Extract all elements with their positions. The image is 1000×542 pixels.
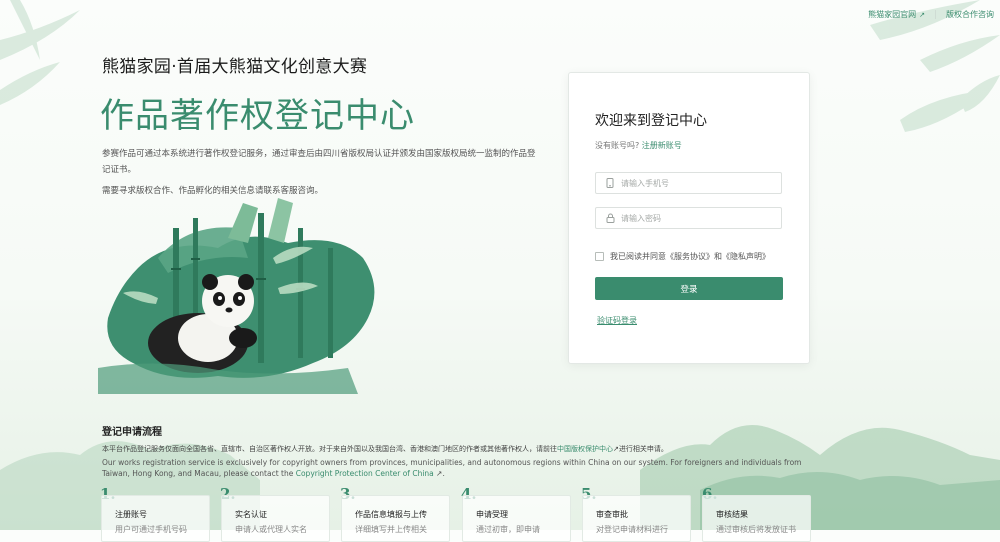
- login-button[interactable]: 登录: [595, 277, 783, 300]
- external-link-icon: ↗: [919, 10, 925, 19]
- panda-bamboo-illustration: [98, 198, 375, 394]
- top-nav: 熊猫家园官网 ↗ 版权合作咨询: [868, 9, 994, 20]
- step-title: 审核结果: [716, 510, 748, 519]
- phone-field[interactable]: [595, 172, 782, 194]
- page-title: 作品著作权登记中心: [100, 96, 415, 136]
- copyright-consult-link[interactable]: 版权合作咨询: [946, 9, 994, 20]
- agreement-checkbox[interactable]: [595, 252, 604, 261]
- sms-login-link[interactable]: 验证码登录: [597, 315, 637, 326]
- agreement-text: 我已阅读并同意《服务协议》和《隐私声明》: [610, 252, 770, 261]
- process-intro-cn-suffix: 进行相关申请。: [618, 445, 668, 453]
- step-title: 审查审批: [596, 510, 628, 519]
- copyright-center-link-cn[interactable]: 中国版权保护中心: [557, 445, 613, 453]
- process-step: 注册账号 用户可通过手机号码: [101, 495, 210, 542]
- lock-icon: [605, 213, 615, 223]
- process-step: 作品信息填报与上传 详细填写并上传相关: [341, 495, 450, 542]
- phone-input[interactable]: [621, 178, 771, 188]
- hero-note: 需要寻求版权合作、作品孵化的相关信息请联系客服咨询。: [102, 186, 324, 196]
- process-title: 登记申请流程: [102, 427, 162, 438]
- step-title: 注册账号: [115, 510, 147, 519]
- process-intro-en-suffix: .: [442, 469, 445, 478]
- competition-subtitle: 熊猫家园·首届大熊猫文化创意大赛: [102, 57, 368, 77]
- divider: [935, 10, 936, 19]
- process-step: 申请受理 通过初审，即申请: [462, 495, 571, 542]
- login-card: 欢迎来到登记中心 没有账号吗? 注册新账号 我已阅读并同意《服务协议》和《隐私声…: [568, 72, 810, 364]
- no-account-text: 没有账号吗?: [595, 141, 640, 150]
- password-field[interactable]: [595, 207, 782, 229]
- process-intro-en-text: Our works registration service is exclus…: [102, 458, 802, 478]
- process-step: 实名认证 申请人或代理人实名: [221, 495, 330, 542]
- process-step: 审查审批 对登记申请材料进行: [582, 495, 691, 542]
- panda-home-link-label: 熊猫家园官网: [868, 10, 917, 19]
- panda-home-link[interactable]: 熊猫家园官网 ↗: [868, 9, 925, 20]
- process-intro-en: Our works registration service is exclus…: [102, 457, 812, 479]
- copyright-consult-link-label: 版权合作咨询: [946, 10, 994, 19]
- step-title: 作品信息填报与上传: [355, 510, 427, 519]
- login-welcome-title: 欢迎来到登记中心: [595, 113, 707, 129]
- no-account-prompt: 没有账号吗? 注册新账号: [595, 140, 682, 151]
- step-title: 实名认证: [235, 510, 267, 519]
- password-input[interactable]: [621, 213, 771, 223]
- register-link[interactable]: 注册新账号: [642, 141, 682, 150]
- phone-icon: [605, 178, 615, 188]
- copyright-center-link-en[interactable]: Copyright Protection Center of China: [296, 469, 434, 478]
- step-title: 申请受理: [476, 510, 508, 519]
- hero-description: 参赛作品可通过本系统进行著作权登记服务，通过审查后由四川省版权局认证并颁发由国家…: [102, 149, 536, 175]
- process-intro-cn: 本平台作品登记服务仅面向全国各省、直辖市、自治区著作权人开放。对于来自外国以及我…: [102, 444, 668, 454]
- process-intro-cn-text: 本平台作品登记服务仅面向全国各省、直辖市、自治区著作权人开放。对于来自外国以及我…: [102, 445, 557, 453]
- process-step: 审核结果 通过审核后将发放证书: [702, 495, 811, 542]
- agreement-row: 我已阅读并同意《服务协议》和《隐私声明》: [595, 251, 770, 262]
